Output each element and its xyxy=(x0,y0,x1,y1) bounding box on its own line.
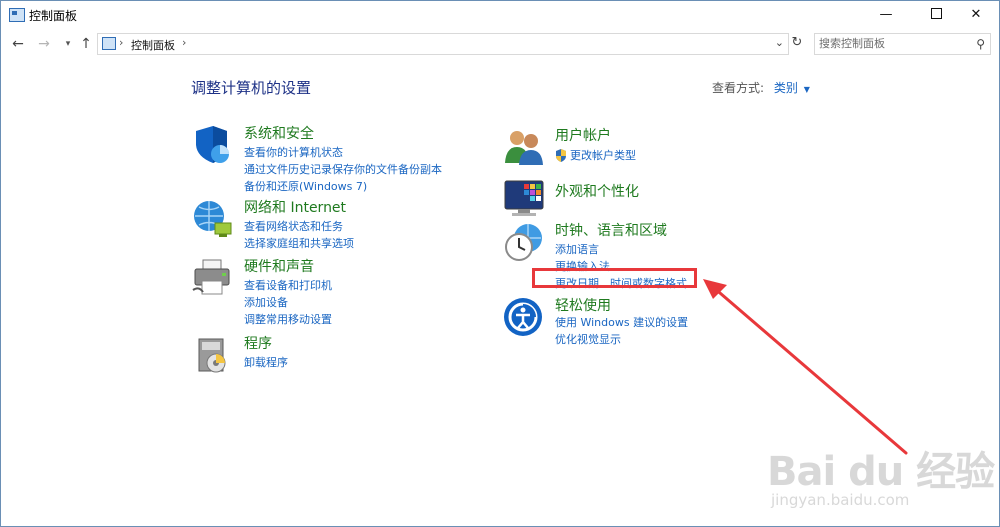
watermark-main: Bai du 经验 xyxy=(767,449,995,495)
link-change-account-type[interactable]: 更改帐户类型 xyxy=(555,147,636,164)
ease-of-access-icon xyxy=(504,298,542,336)
view-by: 查看方式: 类别 ▼ xyxy=(712,79,810,96)
link-optimize-visual-display[interactable]: 优化视觉显示 xyxy=(555,331,688,348)
category-title[interactable]: 硬件和声音 xyxy=(244,256,314,276)
up-button[interactable]: ↑ xyxy=(77,34,95,54)
link-backup-restore[interactable]: 备份和还原(Windows 7) xyxy=(244,178,442,195)
view-by-label: 查看方式: xyxy=(712,81,765,95)
category-user-accounts: 用户帐户 更改帐户类型 xyxy=(502,125,802,169)
annotation-highlight-box xyxy=(532,268,697,288)
link-devices-printers[interactable]: 查看设备和打印机 xyxy=(244,277,332,294)
back-button[interactable]: ← xyxy=(9,34,27,54)
search-input[interactable] xyxy=(819,35,967,51)
search-box[interactable]: ⚲ xyxy=(814,33,991,55)
chevron-down-icon[interactable]: ▼ xyxy=(804,85,810,94)
link-view-computer-status[interactable]: 查看你的计算机状态 xyxy=(244,144,442,161)
link-network-status[interactable]: 查看网络状态和任务 xyxy=(244,218,354,235)
link-uninstall-program[interactable]: 卸载程序 xyxy=(244,354,288,371)
link-mobility-settings[interactable]: 调整常用移动设置 xyxy=(244,311,332,328)
category-title[interactable]: 轻松使用 xyxy=(555,295,611,315)
navigation-bar: ← → ▾ ↑ › 控制面板 › ⌄ ↻ ⚲ xyxy=(1,31,999,57)
users-icon xyxy=(505,131,543,165)
category-title[interactable]: 程序 xyxy=(244,333,272,353)
link-add-language[interactable]: 添加语言 xyxy=(555,241,687,258)
close-button[interactable]: ✕ xyxy=(953,1,999,29)
category-title[interactable]: 系统和安全 xyxy=(244,123,314,143)
minimize-button[interactable]: — xyxy=(863,1,909,29)
search-icon[interactable]: ⚲ xyxy=(976,37,985,51)
window-title: 控制面板 xyxy=(29,9,78,23)
link-change-account-type-label[interactable]: 更改帐户类型 xyxy=(570,149,636,162)
forward-button[interactable]: → xyxy=(35,34,53,54)
watermark-sub: jingyan.baidu.com xyxy=(771,491,910,509)
monitor-palette-icon xyxy=(504,180,544,216)
baidu-jingyan-watermark: Bai du 经验 jingyan.baidu.com xyxy=(759,439,995,519)
category-system-security: 系统和安全 查看你的计算机状态 通过文件历史记录保存你的文件备份副本 备份和还原… xyxy=(191,123,491,193)
view-by-dropdown[interactable]: 类别 xyxy=(774,81,798,95)
title-bar: 控制面板 — ✕ xyxy=(1,1,999,29)
page-title: 调整计算机的设置 xyxy=(191,79,312,97)
breadcrumb-control-panel[interactable]: 控制面板 xyxy=(131,37,175,53)
link-file-history-backup[interactable]: 通过文件历史记录保存你的文件备份副本 xyxy=(244,161,442,178)
breadcrumb-separator-icon[interactable]: › xyxy=(119,36,123,49)
category-hardware-sound: 硬件和声音 查看设备和打印机 添加设备 调整常用移动设置 xyxy=(191,256,491,326)
category-title[interactable]: 外观和个性化 xyxy=(555,181,639,201)
category-appearance: 外观和个性化 xyxy=(502,177,802,221)
uac-shield-icon xyxy=(556,149,566,162)
shield-icon xyxy=(196,126,229,163)
control-panel-window: 控制面板 — ✕ ← → ▾ ↑ › 控制面板 › ⌄ ↻ ⚲ 调整计算机的设置… xyxy=(0,0,1000,527)
clock-globe-icon xyxy=(505,224,542,261)
link-windows-recommended-settings[interactable]: 使用 Windows 建议的设置 xyxy=(555,314,688,331)
address-dropdown-icon[interactable]: ⌄ xyxy=(775,36,784,49)
printer-icon xyxy=(192,259,230,295)
refresh-button[interactable]: ↻ xyxy=(789,35,805,51)
control-panel-icon xyxy=(9,8,25,22)
maximize-icon xyxy=(930,8,942,19)
category-programs: 程序 卸载程序 xyxy=(191,333,491,377)
category-title[interactable]: 时钟、语言和区域 xyxy=(555,220,667,240)
programs-icon xyxy=(198,338,226,373)
category-title[interactable]: 网络和 Internet xyxy=(244,197,346,217)
link-add-device[interactable]: 添加设备 xyxy=(244,294,332,311)
control-panel-icon xyxy=(102,37,116,50)
category-title[interactable]: 用户帐户 xyxy=(555,125,611,145)
category-network-internet: 网络和 Internet 查看网络状态和任务 选择家庭组和共享选项 xyxy=(191,197,491,252)
link-homegroup-sharing[interactable]: 选择家庭组和共享选项 xyxy=(244,235,354,252)
recent-locations-button[interactable]: ▾ xyxy=(59,34,77,54)
network-globe-icon xyxy=(194,201,232,237)
address-bar[interactable]: › 控制面板 › ⌄ xyxy=(97,33,789,55)
breadcrumb-separator-icon[interactable]: › xyxy=(182,36,186,49)
